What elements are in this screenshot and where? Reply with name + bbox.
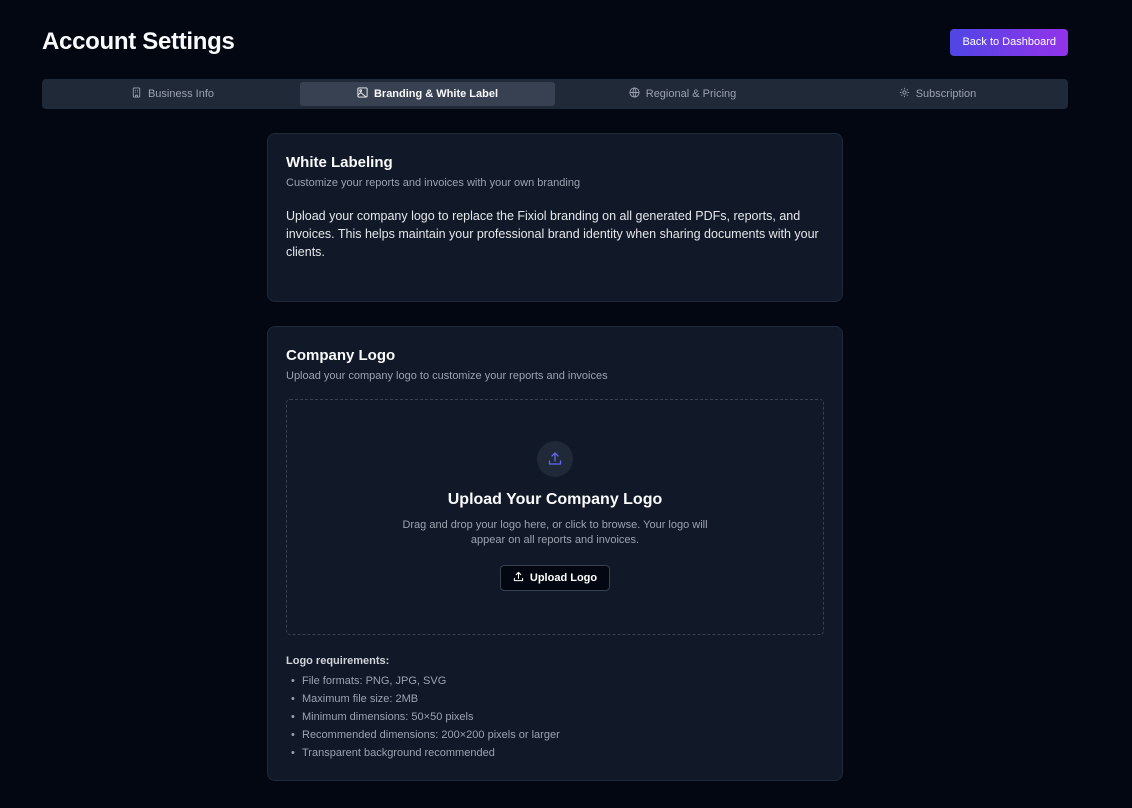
tab-regional-pricing[interactable]: Regional & Pricing xyxy=(555,82,810,106)
page-title: Account Settings xyxy=(42,28,235,55)
card-subtitle: Upload your company logo to customize yo… xyxy=(286,370,608,382)
dropzone-description: Drag and drop your logo here, or click t… xyxy=(402,519,708,546)
company-logo-card: Company Logo Upload your company logo to… xyxy=(267,326,843,781)
card-subtitle: Customize your reports and invoices with… xyxy=(286,177,581,189)
tab-branding-white-label[interactable]: Branding & White Label xyxy=(300,82,555,106)
white-labeling-card: White Labeling Customize your reports an… xyxy=(267,133,843,302)
card-title: White Labeling xyxy=(286,154,393,171)
tab-label: Subscription xyxy=(915,88,977,100)
requirements-title: Logo requirements: xyxy=(286,655,390,667)
tab-label: Branding & White Label xyxy=(373,88,499,100)
dropzone-title: Upload Your Company Logo xyxy=(447,491,663,508)
globe-icon xyxy=(629,87,640,101)
back-to-dashboard-button[interactable]: Back to Dashboard xyxy=(950,28,1068,56)
tab-label: Business Info xyxy=(147,88,215,100)
logo-dropzone[interactable]: Upload Your Company Logo Drag and drop y… xyxy=(286,399,824,635)
list-item: Recommended dimensions: 200×200 pixels o… xyxy=(286,726,824,744)
card-description: Upload your company logo to replace the … xyxy=(286,209,819,259)
list-item: Maximum file size: 2MB xyxy=(286,690,824,708)
upload-icon xyxy=(513,571,524,585)
image-icon xyxy=(357,87,368,101)
card-title: Company Logo xyxy=(286,347,396,364)
upload-icon xyxy=(537,441,573,477)
page-header: Account Settings Back to Dashboard xyxy=(42,28,1068,56)
list-item: Minimum dimensions: 50×50 pixels xyxy=(286,708,824,726)
tab-business-info[interactable]: Business Info xyxy=(45,82,300,106)
settings-tabs: Business Info Branding & White Label Reg… xyxy=(42,79,1068,109)
gear-icon xyxy=(899,87,910,101)
tab-subscription[interactable]: Subscription xyxy=(810,82,1065,106)
list-item: Transparent background recommended xyxy=(286,744,824,762)
requirements-list: File formats: PNG, JPG, SVG Maximum file… xyxy=(286,672,824,762)
upload-logo-button[interactable]: Upload Logo xyxy=(499,565,611,591)
building-icon xyxy=(131,87,142,101)
tab-label: Regional & Pricing xyxy=(645,88,737,100)
upload-logo-label: Upload Logo xyxy=(529,572,598,584)
list-item: File formats: PNG, JPG, SVG xyxy=(286,672,824,690)
